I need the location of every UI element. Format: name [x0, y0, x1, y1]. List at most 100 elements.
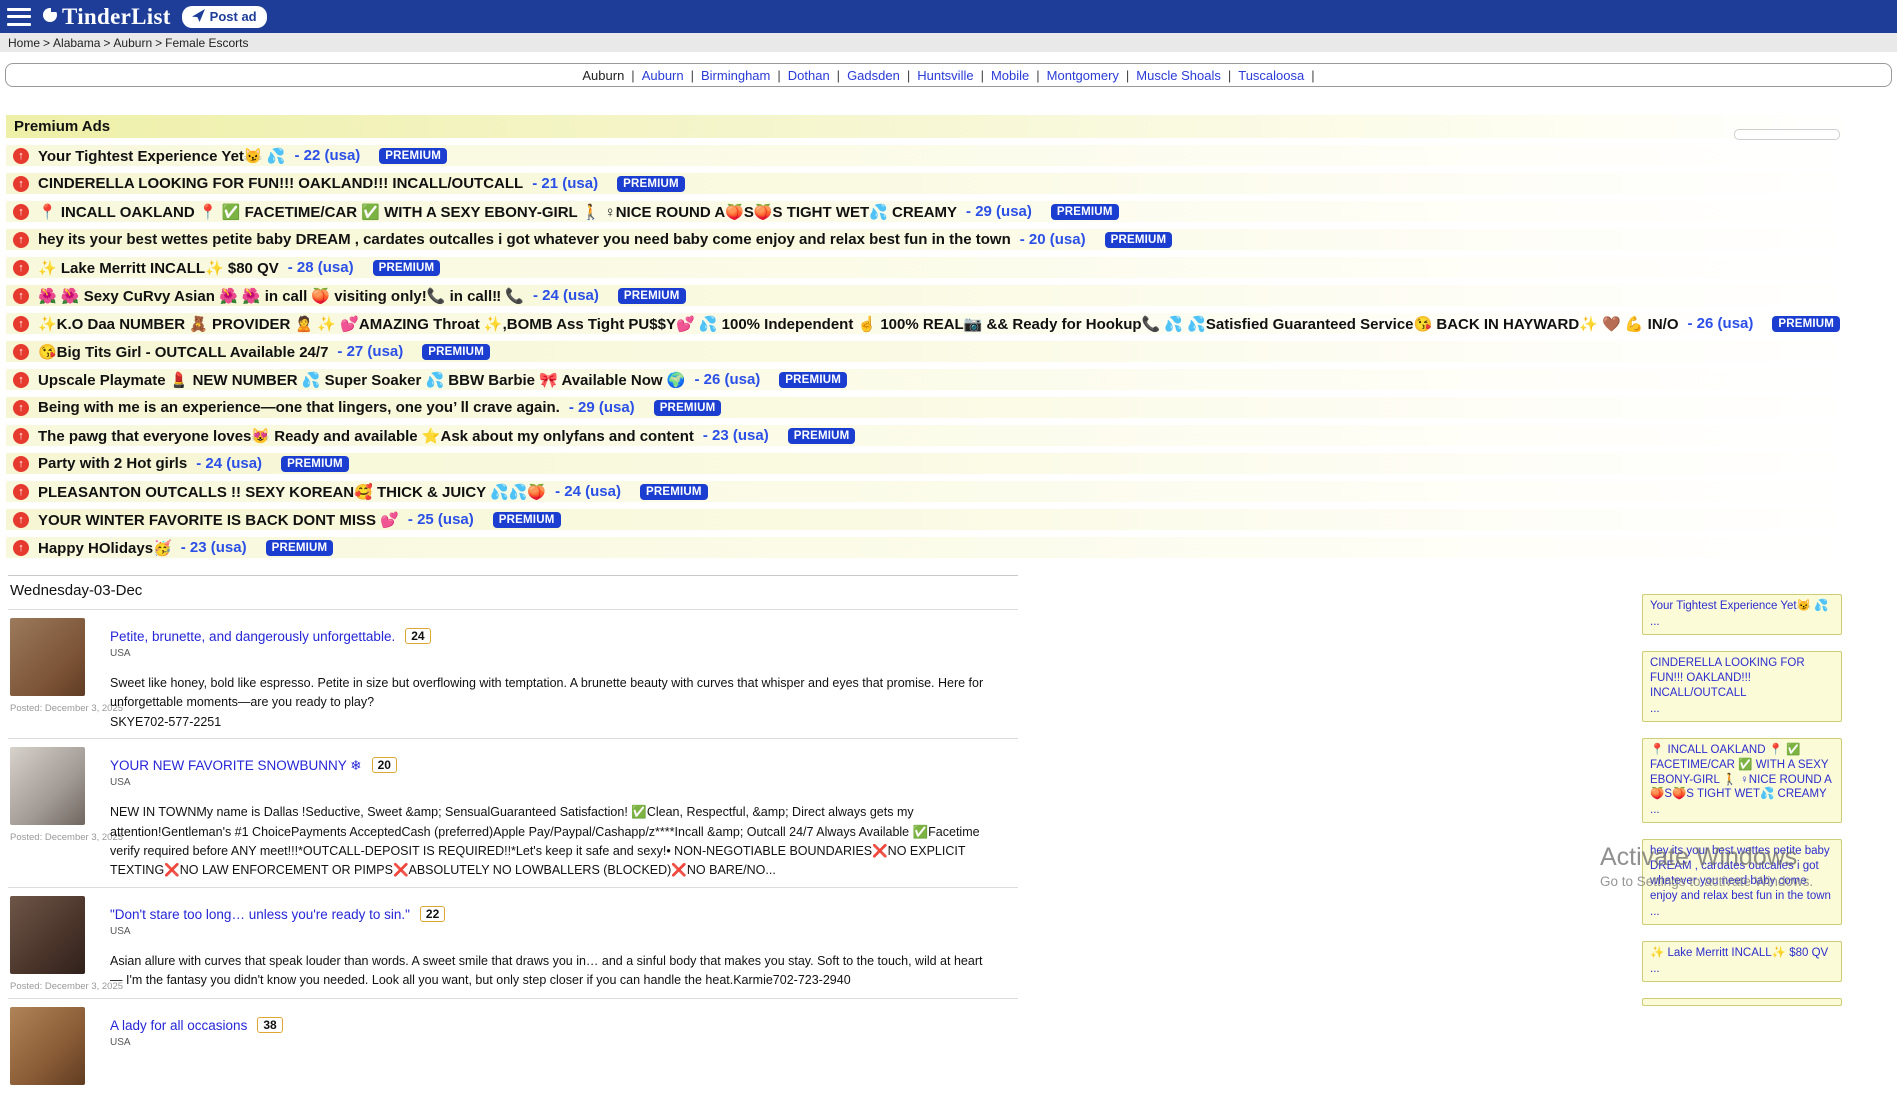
city-separator: | [691, 68, 694, 83]
premium-ad-title: ✨K.O Daa NUMBER 🧸 PROVIDER 🙎 ✨ 💕AMAZING … [38, 315, 1679, 333]
premium-ad-title: PLEASANTON OUTCALLS !! SEXY KOREAN🥰 THIC… [38, 483, 546, 501]
city-link-auburn[interactable]: Auburn [642, 68, 684, 83]
premium-ad-row[interactable]: ↑ Happy HOlidays🥳 - 23 (usa) PREMIUM [6, 537, 1853, 558]
listing-row: Posted: December 3, 2025 YOUR NEW FAVORI… [8, 738, 1018, 887]
sidebar-ad-title: Your Tightest Experience Yet😼 💦 [1650, 599, 1834, 614]
premium-ad-title: YOUR WINTER FAVORITE IS BACK DONT MISS 💕 [38, 511, 399, 529]
city-separator: | [981, 68, 984, 83]
premium-ad-row[interactable]: ↑ The pawg that everyone loves😻 Ready an… [6, 425, 1853, 446]
city-separator: | [1036, 68, 1039, 83]
age-badge: 20 [372, 757, 397, 773]
posted-date: Posted: December 3, 2025 [10, 832, 88, 843]
premium-badge: PREMIUM [1105, 232, 1173, 248]
sidebar-ad-box[interactable]: Your Tightest Experience Yet😼 💦 ... [1642, 594, 1842, 635]
city-link-huntsville[interactable]: Huntsville [917, 68, 973, 83]
premium-ad-row[interactable]: ↑ Your Tightest Experience Yet😼 💦 - 22 (… [6, 145, 1853, 166]
premium-ad-row[interactable]: ↑ Being with me is an experience—one tha… [6, 397, 1853, 418]
premium-ad-row[interactable]: ↑ 🌺 🌺 Sexy CuRvy Asian 🌺 🌺 in call 🍑 vis… [6, 285, 1853, 306]
listing-title-link[interactable]: Petite, brunette, and dangerously unforg… [110, 629, 395, 644]
sidebar-ad-box[interactable]: CINDERELLA LOOKING FOR FUN!!! OAKLAND!!!… [1642, 651, 1842, 722]
date-heading: Wednesday-03-Dec [8, 575, 1018, 609]
premium-ad-title: 📍 INCALL OAKLAND 📍 ✅ FACETIME/CAR ✅ WITH… [38, 203, 957, 221]
premium-ad-row[interactable]: ↑ ✨K.O Daa NUMBER 🧸 PROVIDER 🙎 ✨ 💕AMAZIN… [6, 313, 1853, 334]
city-link-birmingham[interactable]: Birmingham [701, 68, 770, 83]
premium-ad-title: Being with me is an experience—one that … [38, 399, 560, 416]
premium-ad-age: - 22 (usa) [294, 147, 360, 164]
city-link-gadsden[interactable]: Gadsden [847, 68, 900, 83]
premium-ad-row[interactable]: ↑ hey its your best wettes petite baby D… [6, 229, 1853, 250]
bump-up-icon: ↑ [13, 316, 29, 332]
listing-description: NEW IN TOWNMy name is Dallas !Seductive,… [110, 803, 990, 881]
activate-windows-watermark: Activate Windows [1600, 843, 1797, 872]
listing-photo[interactable] [10, 896, 85, 974]
city-link-muscle-shoals[interactable]: Muscle Shoals [1136, 68, 1221, 83]
breadcrumb-state[interactable]: Alabama [53, 36, 100, 50]
breadcrumb-city[interactable]: Auburn [113, 36, 152, 50]
breadcrumb-separator: > [103, 36, 110, 50]
listing-title-link[interactable]: YOUR NEW FAVORITE SNOWBUNNY ❄ [110, 758, 362, 773]
premium-ad-row[interactable]: ↑ Party with 2 Hot girls - 24 (usa) PREM… [6, 453, 1853, 474]
bump-up-icon: ↑ [13, 484, 29, 500]
premium-ad-row[interactable]: ↑ 😘Big Tits Girl - OUTCALL Available 24/… [6, 341, 1853, 362]
sidebar-ad-box[interactable]: ✨ Lake Merritt INCALL✨ $80 QV ... [1642, 941, 1842, 982]
listing-title-link[interactable]: A lady for all occasions [110, 1018, 247, 1033]
bump-up-icon: ↑ [13, 456, 29, 472]
post-ad-button[interactable]: Post ad [182, 6, 267, 28]
premium-ad-title: CINDERELLA LOOKING FOR FUN!!! OAKLAND!!!… [38, 175, 523, 192]
listing-photo[interactable] [10, 1007, 85, 1085]
listing-photo[interactable] [10, 618, 85, 696]
premium-ad-title: Party with 2 Hot girls [38, 455, 187, 472]
premium-ad-title: Upscale Playmate 💄 NEW NUMBER 💦 Super So… [38, 371, 685, 389]
posted-date: Posted: December 3, 2025 [10, 981, 88, 992]
premium-badge: PREMIUM [379, 148, 447, 164]
premium-badge: PREMIUM [640, 484, 708, 500]
paper-plane-icon [192, 9, 205, 25]
premium-badge: PREMIUM [617, 176, 685, 192]
premium-ad-row[interactable]: ↑ Upscale Playmate 💄 NEW NUMBER 💦 Super … [6, 369, 1853, 390]
premium-ad-age: - 26 (usa) [694, 371, 760, 388]
sidebar-ad-box[interactable] [1642, 998, 1842, 1006]
city-link-mobile[interactable]: Mobile [991, 68, 1029, 83]
bump-up-icon: ↑ [13, 344, 29, 360]
age-badge: 24 [405, 628, 430, 644]
logo-mark-icon [42, 6, 58, 27]
premium-badge: PREMIUM [266, 540, 334, 556]
premium-ad-age: - 29 (usa) [966, 203, 1032, 220]
premium-ad-title: ✨ Lake Merritt INCALL✨ $80 QV [38, 259, 279, 277]
premium-ad-age: - 27 (usa) [337, 343, 403, 360]
premium-ad-row[interactable]: ↑ ✨ Lake Merritt INCALL✨ $80 QV - 28 (us… [6, 257, 1853, 278]
premium-ad-row[interactable]: ↑ YOUR WINTER FAVORITE IS BACK DONT MISS… [6, 509, 1853, 530]
premium-ad-row[interactable]: ↑ PLEASANTON OUTCALLS !! SEXY KOREAN🥰 TH… [6, 481, 1853, 502]
site-logo[interactable]: TinderList [42, 4, 171, 30]
breadcrumb-category[interactable]: Female Escorts [165, 36, 248, 50]
breadcrumb-home[interactable]: Home [8, 36, 40, 50]
city-link-montgomery[interactable]: Montgomery [1047, 68, 1119, 83]
listing-description: Sweet like honey, bold like espresso. Pe… [110, 674, 990, 713]
premium-badge: PREMIUM [422, 344, 490, 360]
listing-photo[interactable] [10, 747, 85, 825]
sidebar-ad-ellipsis: ... [1650, 802, 1834, 820]
listing-row: A lady for all occasions38 USA [8, 998, 1018, 1098]
premium-ad-title: 🌺 🌺 Sexy CuRvy Asian 🌺 🌺 in call 🍑 visit… [38, 287, 524, 305]
premium-ad-age: - 24 (usa) [533, 287, 599, 304]
bump-up-icon: ↑ [13, 260, 29, 276]
premium-ad-row[interactable]: ↑ 📍 INCALL OAKLAND 📍 ✅ FACETIME/CAR ✅ WI… [6, 201, 1853, 222]
menu-icon[interactable] [7, 8, 31, 26]
sidebar-ad-ellipsis: ... [1650, 701, 1834, 719]
bump-up-icon: ↑ [13, 176, 29, 192]
premium-ad-age: - 24 (usa) [555, 483, 621, 500]
premium-badge: PREMIUM [618, 288, 686, 304]
sidebar-ad-title: 📍 INCALL OAKLAND 📍 ✅ FACETIME/CAR ✅ WITH… [1650, 743, 1834, 803]
age-badge: 38 [257, 1017, 282, 1033]
premium-ad-title: Your Tightest Experience Yet😼 💦 [38, 147, 285, 165]
city-link-tuscaloosa[interactable]: Tuscaloosa [1238, 68, 1304, 83]
city-link-dothan[interactable]: Dothan [788, 68, 830, 83]
ad-placeholder-box [1734, 129, 1840, 140]
city-separator: | [777, 68, 780, 83]
breadcrumb-separator: > [155, 36, 162, 50]
premium-badge: PREMIUM [493, 512, 561, 528]
premium-ad-age: - 23 (usa) [181, 539, 247, 556]
listing-title-link[interactable]: "Don't stare too long… unless you're rea… [110, 907, 410, 922]
premium-ad-row[interactable]: ↑ CINDERELLA LOOKING FOR FUN!!! OAKLAND!… [6, 173, 1853, 194]
sidebar-ad-box[interactable]: 📍 INCALL OAKLAND 📍 ✅ FACETIME/CAR ✅ WITH… [1642, 738, 1842, 824]
